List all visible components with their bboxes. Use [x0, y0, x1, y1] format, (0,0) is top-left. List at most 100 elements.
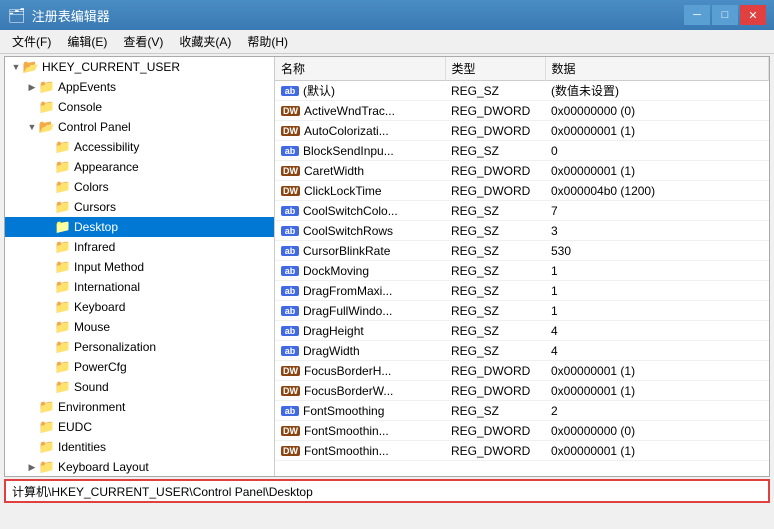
tree-item-hkcu[interactable]: ▼📂HKEY_CURRENT_USER — [5, 57, 274, 77]
expand-icon-identities — [25, 440, 39, 454]
menu-bar: 文件(F) 编辑(E) 查看(V) 收藏夹(A) 帮助(H) — [0, 30, 774, 54]
folder-icon-sound: 📁 — [55, 380, 71, 394]
pane-container: ▼📂HKEY_CURRENT_USER▶📁AppEvents📁Console▼📂… — [4, 56, 770, 477]
reg-name-3: BlockSendInpu... — [303, 144, 394, 158]
tree-item-appevents[interactable]: ▶📁AppEvents — [5, 77, 274, 97]
table-row[interactable]: DWAutoColorizati...REG_DWORD0x00000001 (… — [275, 121, 769, 141]
tree-item-eudc[interactable]: 📁EUDC — [5, 417, 274, 437]
table-row[interactable]: DWActiveWndTrac...REG_DWORD0x00000000 (0… — [275, 101, 769, 121]
tree-item-sound[interactable]: 📁Sound — [5, 377, 274, 397]
tree-item-appearance[interactable]: 📁Appearance — [5, 157, 274, 177]
tree-item-mouse[interactable]: 📁Mouse — [5, 317, 274, 337]
reg-name-8: CursorBlinkRate — [303, 244, 390, 258]
expand-icon-controlpanel[interactable]: ▼ — [25, 120, 39, 134]
table-row[interactable]: DWFocusBorderH...REG_DWORD0x00000001 (1) — [275, 361, 769, 381]
reg-icon-4: DW — [281, 166, 300, 176]
table-row[interactable]: ab(默认)REG_SZ(数值未设置) — [275, 81, 769, 101]
tree-item-controlpanel[interactable]: ▼📂Control Panel — [5, 117, 274, 137]
table-row[interactable]: DWFontSmoothin...REG_DWORD0x00000000 (0) — [275, 421, 769, 441]
reg-icon-15: DW — [281, 386, 300, 396]
tree-label-sound: Sound — [74, 380, 109, 394]
minimize-button[interactable]: ─ — [684, 5, 710, 25]
table-row[interactable]: abCursorBlinkRateREG_SZ530 — [275, 241, 769, 261]
tree-item-infrared[interactable]: 📁Infrared — [5, 237, 274, 257]
tree-item-keyboard[interactable]: 📁Keyboard — [5, 297, 274, 317]
tree-item-identities[interactable]: 📁Identities — [5, 437, 274, 457]
table-row[interactable]: abCoolSwitchRowsREG_SZ3 — [275, 221, 769, 241]
reg-icon-14: DW — [281, 366, 300, 376]
table-row[interactable]: DWClickLockTimeREG_DWORD0x000004b0 (1200… — [275, 181, 769, 201]
cell-data-11: 1 — [545, 301, 769, 321]
expand-icon-sound — [41, 380, 55, 394]
cell-name-11: abDragFullWindo... — [275, 301, 445, 321]
tree-item-personalization[interactable]: 📁Personalization — [5, 337, 274, 357]
tree-item-environment[interactable]: 📁Environment — [5, 397, 274, 417]
table-row[interactable]: abDragWidthREG_SZ4 — [275, 341, 769, 361]
expand-icon-appevents[interactable]: ▶ — [25, 80, 39, 94]
main-area: ▼📂HKEY_CURRENT_USER▶📁AppEvents📁Console▼📂… — [0, 54, 774, 505]
col-data[interactable]: 数据 — [545, 57, 769, 81]
folder-icon-controlpanel: 📂 — [39, 120, 55, 134]
cell-name-9: abDockMoving — [275, 261, 445, 281]
expand-icon-keyboard — [41, 300, 55, 314]
cell-name-13: abDragWidth — [275, 341, 445, 361]
tree-label-keyboard: Keyboard — [74, 300, 125, 314]
maximize-button[interactable]: □ — [712, 5, 738, 25]
col-name[interactable]: 名称 — [275, 57, 445, 81]
tree-item-inputmethod[interactable]: 📁Input Method — [5, 257, 274, 277]
folder-icon-keyboardlayout: 📁 — [39, 460, 55, 474]
menu-file[interactable]: 文件(F) — [4, 31, 59, 52]
tree-item-keyboardlayout[interactable]: ▶📁Keyboard Layout — [5, 457, 274, 476]
table-row[interactable]: DWCaretWidthREG_DWORD0x00000001 (1) — [275, 161, 769, 181]
cell-name-3: abBlockSendInpu... — [275, 141, 445, 161]
table-row[interactable]: abDockMovingREG_SZ1 — [275, 261, 769, 281]
cell-data-9: 1 — [545, 261, 769, 281]
tree-item-console[interactable]: 📁Console — [5, 97, 274, 117]
col-type[interactable]: 类型 — [445, 57, 545, 81]
table-row[interactable]: abDragHeightREG_SZ4 — [275, 321, 769, 341]
tree-item-powercfg[interactable]: 📁PowerCfg — [5, 357, 274, 377]
table-row[interactable]: abBlockSendInpu...REG_SZ0 — [275, 141, 769, 161]
reg-icon-10: ab — [281, 286, 299, 296]
cell-type-4: REG_DWORD — [445, 161, 545, 181]
table-row[interactable]: abDragFromMaxi...REG_SZ1 — [275, 281, 769, 301]
tree-item-international[interactable]: 📁International — [5, 277, 274, 297]
tree-item-accessibility[interactable]: 📁Accessibility — [5, 137, 274, 157]
expand-icon-keyboardlayout[interactable]: ▶ — [25, 460, 39, 474]
folder-icon-inputmethod: 📁 — [55, 260, 71, 274]
cell-name-6: abCoolSwitchColo... — [275, 201, 445, 221]
expand-icon-hkcu[interactable]: ▼ — [9, 60, 23, 74]
menu-edit[interactable]: 编辑(E) — [59, 31, 115, 52]
tree-item-cursors[interactable]: 📁Cursors — [5, 197, 274, 217]
reg-icon-11: ab — [281, 306, 299, 316]
reg-name-1: ActiveWndTrac... — [304, 104, 395, 118]
table-row[interactable]: DWFocusBorderW...REG_DWORD0x00000001 (1) — [275, 381, 769, 401]
menu-favorites[interactable]: 收藏夹(A) — [171, 31, 239, 52]
expand-icon-accessibility — [41, 140, 55, 154]
cell-type-16: REG_SZ — [445, 401, 545, 421]
folder-icon-mouse: 📁 — [55, 320, 71, 334]
menu-help[interactable]: 帮助(H) — [239, 31, 296, 52]
reg-name-17: FontSmoothin... — [304, 424, 389, 438]
tree-item-colors[interactable]: 📁Colors — [5, 177, 274, 197]
tree-panel[interactable]: ▼📂HKEY_CURRENT_USER▶📁AppEvents📁Console▼📂… — [5, 57, 275, 476]
tree-label-colors: Colors — [74, 180, 109, 194]
cell-data-15: 0x00000001 (1) — [545, 381, 769, 401]
table-row[interactable]: DWFontSmoothin...REG_DWORD0x00000001 (1) — [275, 441, 769, 461]
reg-name-15: FocusBorderW... — [304, 384, 393, 398]
folder-icon-colors: 📁 — [55, 180, 71, 194]
table-row[interactable]: abDragFullWindo...REG_SZ1 — [275, 301, 769, 321]
reg-name-10: DragFromMaxi... — [303, 284, 392, 298]
tree-item-desktop[interactable]: 📁Desktop — [5, 217, 274, 237]
reg-name-6: CoolSwitchColo... — [303, 204, 398, 218]
reg-name-7: CoolSwitchRows — [303, 224, 393, 238]
table-panel[interactable]: 名称类型数据ab(默认)REG_SZ(数值未设置)DWActiveWndTrac… — [275, 57, 769, 476]
reg-icon-9: ab — [281, 266, 299, 276]
close-button[interactable]: ✕ — [740, 5, 766, 25]
tree-label-identities: Identities — [58, 440, 106, 454]
reg-icon-2: DW — [281, 126, 300, 136]
cell-type-2: REG_DWORD — [445, 121, 545, 141]
menu-view[interactable]: 查看(V) — [115, 31, 171, 52]
table-row[interactable]: abFontSmoothingREG_SZ2 — [275, 401, 769, 421]
table-row[interactable]: abCoolSwitchColo...REG_SZ7 — [275, 201, 769, 221]
